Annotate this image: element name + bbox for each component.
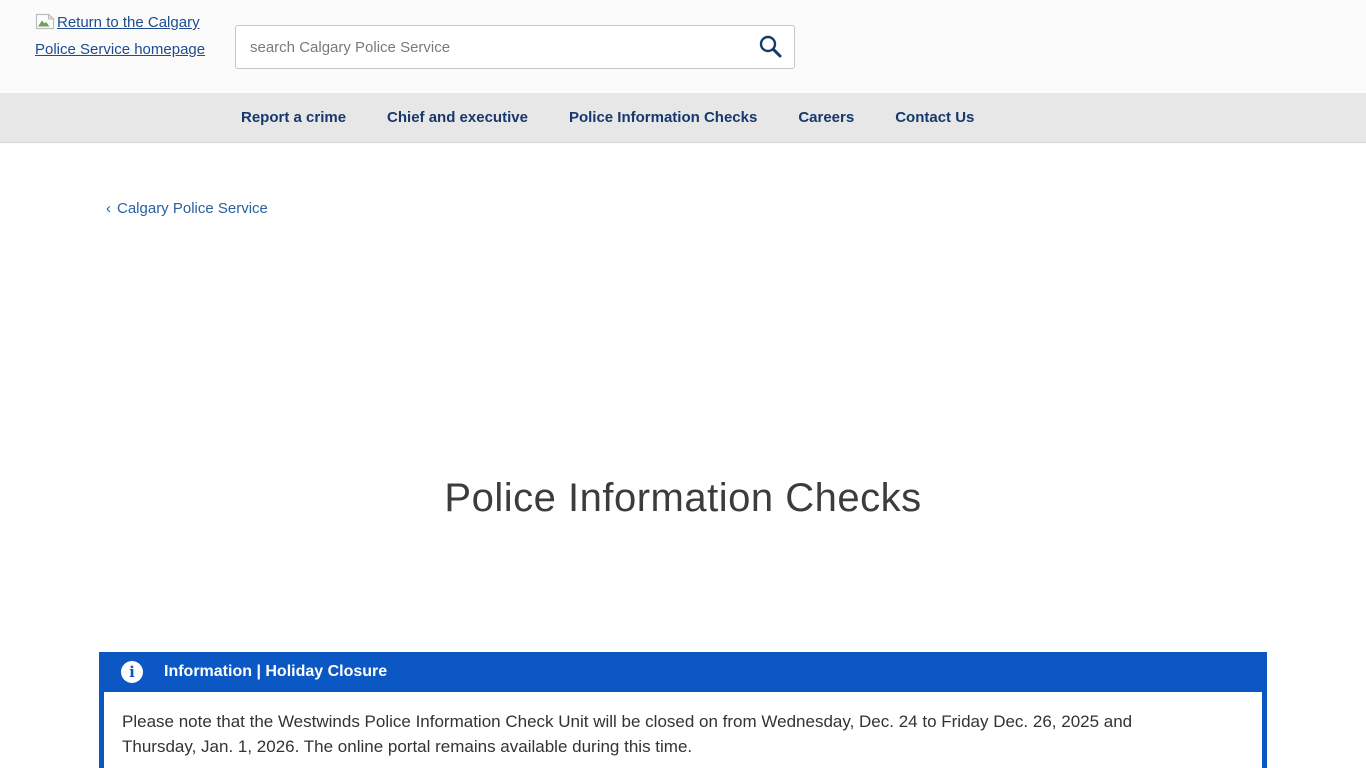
nav-item-chief-executive[interactable]: Chief and executive: [387, 109, 528, 126]
nav-item-report-a-crime[interactable]: Report a crime: [241, 109, 346, 126]
nav-item-careers[interactable]: Careers: [798, 109, 854, 126]
breadcrumb[interactable]: ‹ Calgary Police Service: [106, 200, 268, 217]
page-title: Police Information Checks: [99, 476, 1267, 521]
main-navigation: Report a crime Chief and executive Polic…: [0, 93, 1366, 143]
homepage-logo-link[interactable]: Return to the Calgary Police Service hom…: [35, 11, 210, 62]
main-content: ‹ Calgary Police Service Police Informati…: [99, 143, 1267, 768]
alert-body: Please note that the Westwinds Police In…: [99, 692, 1267, 768]
nav-item-police-info-checks[interactable]: Police Information Checks: [569, 109, 757, 126]
broken-image-icon: [35, 13, 55, 38]
site-header: Return to the Calgary Police Service hom…: [0, 0, 1366, 93]
alert-message: Please note that the Westwinds Police In…: [122, 709, 1202, 759]
breadcrumb-label: Calgary Police Service: [117, 200, 268, 217]
breadcrumb-chevron-icon: ‹: [106, 200, 111, 217]
alert-title: Information | Holiday Closure: [164, 663, 387, 681]
alert-header: i Information | Holiday Closure: [99, 652, 1267, 692]
search-button[interactable]: [751, 30, 789, 64]
holiday-closure-alert: i Information | Holiday Closure Please n…: [99, 652, 1267, 768]
search-icon: [757, 33, 783, 62]
site-search: [235, 25, 795, 69]
homepage-logo-link-text: Return to the Calgary Police Service hom…: [35, 14, 205, 58]
search-input[interactable]: [235, 25, 795, 69]
nav-item-contact-us[interactable]: Contact Us: [895, 109, 974, 126]
info-circle-icon: i: [121, 661, 143, 683]
main-navigation-inner: Report a crime Chief and executive Polic…: [99, 93, 1267, 142]
